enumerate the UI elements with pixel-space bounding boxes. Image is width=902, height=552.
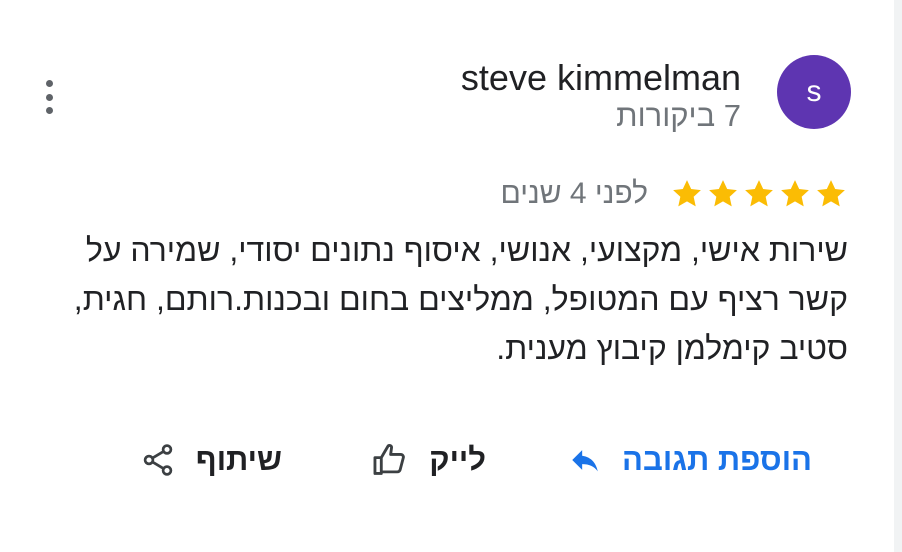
review-card: s steve kimmelman 7 ביקורות לפני 4 שנים … — [0, 0, 894, 552]
right-edge-strip — [894, 0, 902, 552]
star-icon — [817, 180, 845, 207]
like-label: לייק — [429, 442, 486, 477]
reply-icon — [572, 450, 598, 472]
review-text: שירות אישי, מקצועי, אנושי, איסוף נתונים … — [73, 232, 848, 366]
reply-label: הוספת תגובה — [622, 442, 812, 477]
avatar[interactable]: s — [777, 55, 851, 129]
thumb-up-icon — [373, 444, 406, 475]
star-icon — [781, 180, 809, 207]
reviewer-reviews-count: 7 ביקורות — [616, 98, 741, 133]
star-icon — [709, 180, 737, 207]
share-label: שיתוף — [195, 442, 282, 477]
reply-button[interactable]: הוספת תגובה — [568, 434, 812, 486]
reviewer-name[interactable]: steve kimmelman — [461, 56, 741, 100]
like-button[interactable]: לייק — [371, 434, 486, 486]
avatar-letter: s — [806, 75, 822, 108]
share-button[interactable]: שיתוף — [140, 434, 282, 486]
star-icon — [673, 180, 701, 207]
review-meta: לפני 4 שנים — [500, 172, 848, 216]
review-time: לפני 4 שנים — [500, 177, 648, 210]
star-rating — [670, 177, 848, 211]
more-options-icon[interactable] — [38, 80, 60, 114]
share-icon — [143, 444, 173, 476]
star-icon — [745, 180, 773, 207]
